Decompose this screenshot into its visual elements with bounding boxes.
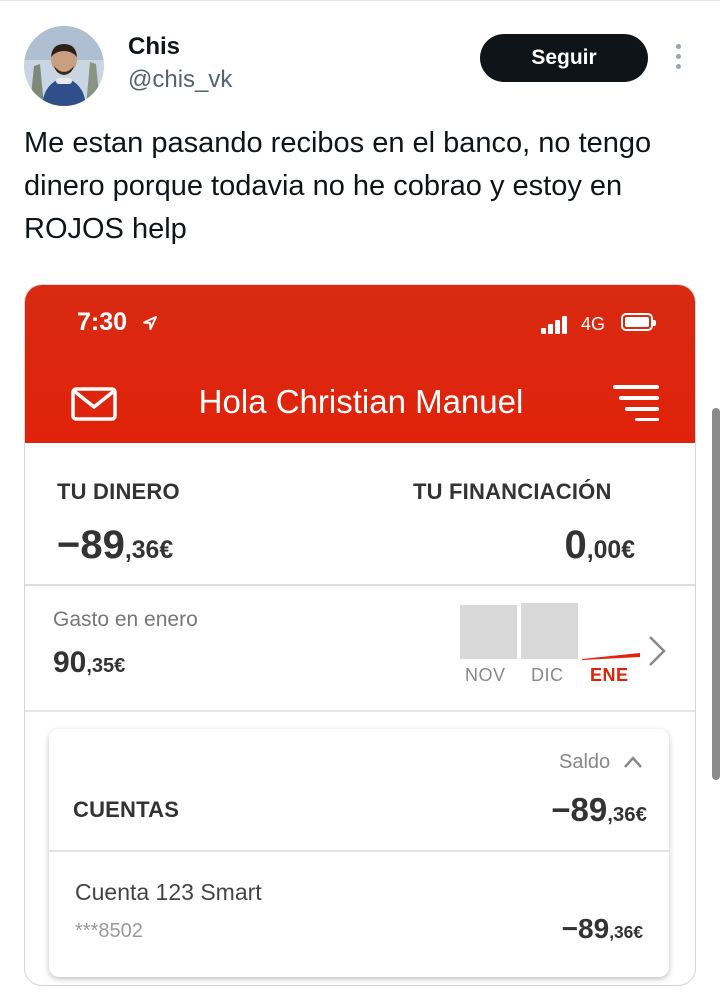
attached-image[interactable]: 7:30 4G Hola Christian Manuel TU DINERO … [24, 284, 696, 986]
chevron-right-icon[interactable] [647, 635, 667, 667]
battery-icon [621, 313, 656, 331]
scrollbar[interactable] [712, 408, 720, 780]
follow-button[interactable]: Seguir [480, 34, 648, 82]
accounts-total: −89,36€ [551, 791, 647, 828]
greeting: Hola Christian Manuel [198, 383, 524, 420]
account-number: ***8502 [75, 920, 143, 942]
divider [25, 584, 695, 586]
money-amount[interactable]: −89,36€ [57, 523, 173, 568]
status-time: 7:30 [77, 308, 128, 336]
month-dic: DIC [531, 665, 564, 685]
signal-icon [541, 314, 575, 334]
more-options-icon[interactable] [668, 44, 688, 74]
avatar[interactable] [24, 26, 104, 106]
divider [49, 850, 669, 852]
network-type: 4G [581, 314, 606, 334]
spending-label: Gasto en enero [53, 608, 198, 631]
author-handle[interactable]: @chis_vk [128, 66, 232, 94]
chart-bar-ene [582, 653, 640, 660]
chart-bar-dic [521, 603, 578, 659]
financing-amount[interactable]: 0,00€ [564, 523, 635, 568]
account-amount: −89,36€ [561, 913, 643, 944]
app-header: 7:30 4G Hola Christian Manuel [25, 285, 695, 443]
account-name: Cuenta 123 Smart [75, 879, 262, 905]
month-nov: NOV [465, 665, 506, 685]
top-divider [0, 0, 720, 1]
author-name[interactable]: Chis [128, 33, 180, 61]
divider [25, 710, 695, 712]
chart-bar-nov [460, 605, 517, 659]
accounts-card[interactable]: Saldo CUENTAS −89,36€ Cuenta 123 Smart *… [49, 729, 669, 977]
financing-label: TU FINANCIACIÓN [413, 479, 612, 504]
money-label: TU DINERO [57, 479, 180, 504]
month-ene: ENE [590, 665, 629, 685]
tweet-text: Me estan pasando recibos en el banco, no… [24, 127, 652, 245]
spending-amount[interactable]: 90,35€ [53, 646, 125, 680]
chevron-up-icon[interactable] [623, 755, 643, 769]
location-arrow-icon [143, 316, 157, 330]
accounts-title: CUENTAS [73, 797, 180, 822]
balance-label: Saldo [559, 751, 611, 773]
menu-icon[interactable] [613, 385, 659, 421]
